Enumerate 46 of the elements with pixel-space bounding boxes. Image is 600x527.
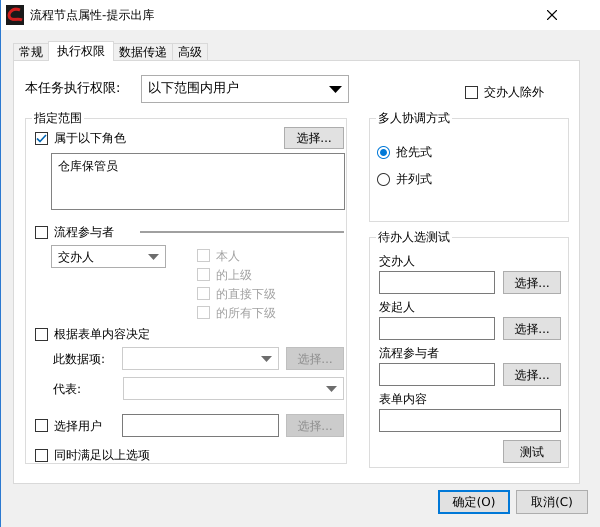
field-label: 发起人 (379, 300, 416, 315)
test-button[interactable]: 测试 (503, 440, 561, 463)
caret-icon (326, 386, 337, 392)
list-item[interactable]: 仓库保管员 (58, 157, 338, 175)
tab[interactable]: 数据传递 (113, 43, 173, 60)
app-logo-icon (6, 5, 24, 25)
select-button[interactable]: 选择... (503, 271, 561, 294)
caret-icon (261, 356, 272, 362)
tab[interactable]: 执行权限 (48, 41, 114, 61)
radio-button[interactable]: 并列式 (377, 170, 568, 188)
tab[interactable]: 高级 (172, 43, 208, 60)
select-button[interactable]: 选择... (503, 363, 561, 386)
dialog-button[interactable]: 取消(C) (516, 490, 588, 514)
field-label: 交办人 (379, 254, 416, 269)
select-button[interactable]: 选择... (503, 317, 561, 340)
tab[interactable]: 常规 (13, 43, 49, 60)
close-icon (547, 10, 557, 20)
window-title: 流程节点属性-提示出库 (30, 7, 154, 24)
check-icon (36, 134, 47, 142)
checkbox[interactable]: 同时满足以上选项 (35, 446, 344, 464)
field-label: 表单内容 (379, 392, 428, 407)
permission-dropdown[interactable]: 以下范围内用户 (141, 75, 349, 103)
caret-icon (148, 254, 159, 260)
field-label: 此数据项: (53, 350, 106, 368)
select-button[interactable]: 选择... (284, 127, 344, 149)
participant-dropdown[interactable]: 交办人 (51, 245, 166, 268)
input-field[interactable] (379, 271, 495, 294)
group-title: 指定范围 (32, 110, 84, 126)
field-label: 流程参与者 (379, 346, 440, 361)
user-input[interactable] (122, 414, 279, 437)
checkbox[interactable]: 流程参与者 (35, 223, 114, 241)
role-list[interactable]: 仓库保管员 (51, 153, 345, 210)
group-title: 多人协调方式 (376, 110, 452, 126)
field-label: 代表: (53, 380, 82, 398)
caret-icon (329, 86, 342, 92)
checkbox[interactable]: 选择用户 (35, 416, 122, 434)
input-field[interactable] (379, 409, 561, 432)
input-field[interactable] (379, 363, 495, 386)
dialog-button[interactable]: 确定(O) (438, 490, 510, 514)
checkbox[interactable]: 属于以下角色 (35, 129, 126, 147)
radio-button[interactable]: 抢先式 (377, 143, 568, 161)
input-field[interactable] (379, 317, 495, 340)
group-title: 待办人选测试 (376, 229, 452, 245)
checkbox[interactable]: 根据表单内容决定 (35, 325, 150, 343)
field-label: 本任务执行权限: (25, 80, 122, 98)
checkbox[interactable]: 交办人除外 (465, 83, 544, 101)
